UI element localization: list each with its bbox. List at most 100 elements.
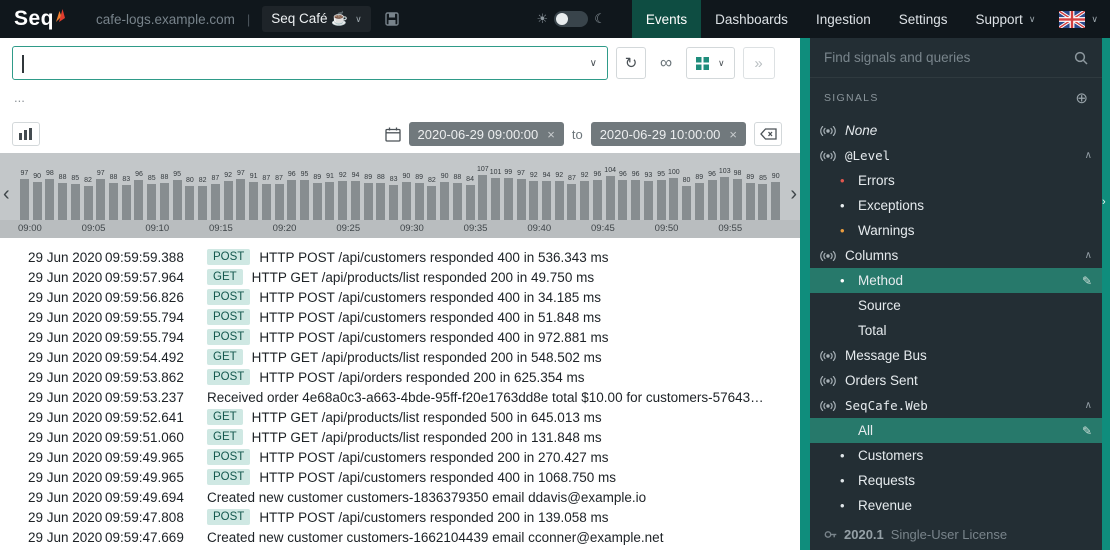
clear-from-icon[interactable]: × <box>547 127 555 142</box>
histogram-bar[interactable]: 84 <box>464 176 477 220</box>
histogram-bar[interactable]: 88 <box>375 174 388 220</box>
histogram-bar[interactable]: 83 <box>387 176 400 220</box>
nav-support[interactable]: Support ∨ <box>962 0 1050 38</box>
event-row[interactable]: 29 Jun 2020 09:59:55.794 POST HTTP POST … <box>0 307 800 327</box>
histogram-bar[interactable]: 94 <box>540 172 553 220</box>
event-row[interactable]: 29 Jun 2020 09:59:56.826 POST HTTP POST … <box>0 287 800 307</box>
signal-item[interactable]: • Errors <box>810 168 1102 193</box>
histogram-bar[interactable]: 96 <box>617 171 630 220</box>
histogram-bar[interactable]: 95 <box>298 171 311 220</box>
signal-item[interactable]: • Customers <box>810 443 1102 468</box>
histogram-bar[interactable]: 87 <box>566 175 579 220</box>
histogram-bar[interactable]: 91 <box>324 173 337 220</box>
signal-item[interactable]: None <box>810 118 1102 143</box>
scroll-right-icon[interactable]: › <box>790 184 797 204</box>
histogram-bar[interactable]: 88 <box>56 174 69 220</box>
workspace-dropdown[interactable]: Seq Café ☕ ∨ <box>262 6 371 32</box>
chevron-down-icon[interactable]: ∨ <box>590 58 597 69</box>
signal-item[interactable]: • Method ✎ <box>810 268 1102 293</box>
range-to-input[interactable]: 2020-06-29 10:00:00 × <box>590 122 746 146</box>
event-row[interactable]: 29 Jun 2020 09:59:47.669 Created new cus… <box>0 527 800 547</box>
histogram-bar[interactable]: 94 <box>349 172 362 220</box>
signal-item[interactable]: SeqCafe.Web ∧ <box>810 393 1102 418</box>
histogram-bar[interactable]: 88 <box>451 174 464 220</box>
histogram-bar[interactable]: 96 <box>629 171 642 220</box>
signal-item[interactable]: Orders Sent <box>810 368 1102 393</box>
signal-item[interactable]: Message Bus <box>810 343 1102 368</box>
histogram-bar[interactable]: 92 <box>527 172 540 220</box>
histogram-bar[interactable]: 92 <box>336 172 349 220</box>
range-from-input[interactable]: 2020-06-29 09:00:00 × <box>408 122 564 146</box>
clear-range-button[interactable] <box>754 122 782 146</box>
histogram-bar[interactable]: 87 <box>209 175 222 220</box>
event-row[interactable]: 29 Jun 2020 09:59:52.641 GET HTTP GET /a… <box>0 407 800 427</box>
histogram-bar[interactable]: 92 <box>553 172 566 220</box>
event-row[interactable]: 29 Jun 2020 09:59:59.388 POST HTTP POST … <box>0 247 800 267</box>
nav-events[interactable]: Events <box>631 0 702 38</box>
save-icon[interactable] <box>384 12 399 26</box>
collapse-chevron-icon[interactable]: ∧ <box>1085 400 1092 411</box>
collapse-chevron-icon[interactable]: ∧ <box>1085 150 1092 161</box>
sidebar-collapse-strip[interactable]: › <box>1102 38 1110 550</box>
histogram-bar[interactable]: 93 <box>642 172 655 220</box>
signal-item[interactable]: • Requests <box>810 468 1102 493</box>
event-row[interactable]: 29 Jun 2020 09:59:47.808 POST HTTP POST … <box>0 507 800 527</box>
scroll-left-icon[interactable]: ‹ <box>3 184 10 204</box>
edit-pencil-icon[interactable]: ✎ <box>1082 274 1092 288</box>
histogram-bar[interactable]: 83 <box>120 176 133 220</box>
event-row[interactable]: 29 Jun 2020 09:59:53.237 Received order … <box>0 387 800 407</box>
histogram-bar[interactable]: 90 <box>769 173 782 220</box>
histogram-bar[interactable]: 90 <box>438 173 451 220</box>
event-row[interactable]: 29 Jun 2020 09:59:49.965 POST HTTP POST … <box>0 467 800 487</box>
panel-divider[interactable] <box>800 38 810 550</box>
refresh-button[interactable]: ↻ <box>616 47 646 79</box>
histogram-bar[interactable]: 85 <box>145 175 158 220</box>
nav-settings[interactable]: Settings <box>885 0 962 38</box>
event-row[interactable]: 29 Jun 2020 09:59:57.964 GET HTTP GET /a… <box>0 267 800 287</box>
histogram-bar[interactable]: 95 <box>171 171 184 220</box>
histogram-bar[interactable]: 95 <box>655 171 668 220</box>
histogram-bar[interactable]: 87 <box>273 175 286 220</box>
histogram-bar[interactable]: 80 <box>184 177 197 220</box>
collapse-chevron-icon[interactable]: ∧ <box>1085 250 1092 261</box>
collapse-chevron-icon[interactable]: › <box>1102 196 1106 208</box>
nav-ingestion[interactable]: Ingestion <box>802 0 885 38</box>
histogram-bar[interactable]: 97 <box>234 170 247 220</box>
histogram-bar[interactable]: 92 <box>578 172 591 220</box>
histogram-bar[interactable]: 89 <box>311 174 324 220</box>
histogram-bar[interactable]: 107 <box>476 166 489 220</box>
histogram-bar[interactable]: 96 <box>591 171 604 220</box>
histogram-bar[interactable]: 98 <box>43 170 56 220</box>
signal-search-input[interactable] <box>824 50 1066 65</box>
event-row[interactable]: 29 Jun 2020 09:59:54.492 GET HTTP GET /a… <box>0 347 800 367</box>
signal-item[interactable]: • Exceptions <box>810 193 1102 218</box>
event-row[interactable]: 29 Jun 2020 09:59:53.862 POST HTTP POST … <box>0 367 800 387</box>
histogram-bar[interactable]: 96 <box>706 171 719 220</box>
nav-dashboards[interactable]: Dashboards <box>701 0 802 38</box>
histogram-bar[interactable]: 91 <box>247 173 260 220</box>
histogram-bar[interactable]: 89 <box>413 174 426 220</box>
histogram-bar[interactable]: 85 <box>757 175 770 220</box>
signal-item[interactable]: Columns ∧ <box>810 243 1102 268</box>
histogram-bar[interactable]: 80 <box>680 177 693 220</box>
query-input[interactable]: ∨ <box>12 46 608 80</box>
event-row[interactable]: 29 Jun 2020 09:59:49.965 POST HTTP POST … <box>0 447 800 467</box>
histogram-bar[interactable]: 89 <box>693 174 706 220</box>
histogram-bar[interactable]: 82 <box>426 177 439 220</box>
language-selector[interactable]: ∨ <box>1049 10 1110 28</box>
seq-logo[interactable]: Seq <box>14 7 66 31</box>
histogram-bar[interactable]: 101 <box>489 169 502 220</box>
histogram-bar[interactable]: 85 <box>69 175 82 220</box>
theme-toggle[interactable]: ☀ ☾ <box>537 11 606 27</box>
histogram-bar[interactable]: 97 <box>18 170 31 220</box>
signal-item[interactable]: All ✎ <box>810 418 1102 443</box>
histogram-bar[interactable]: 92 <box>222 172 235 220</box>
histogram-bar[interactable]: 89 <box>744 174 757 220</box>
signal-item[interactable]: Source <box>810 293 1102 318</box>
histogram-bar[interactable]: 99 <box>502 169 515 220</box>
view-options-button[interactable]: ∨ <box>686 47 735 79</box>
histogram-bar[interactable]: 90 <box>31 173 44 220</box>
histogram-bar[interactable]: 96 <box>285 171 298 220</box>
histogram-bar[interactable]: 82 <box>82 177 95 220</box>
add-signal-button[interactable]: ⊕ <box>1075 89 1088 107</box>
